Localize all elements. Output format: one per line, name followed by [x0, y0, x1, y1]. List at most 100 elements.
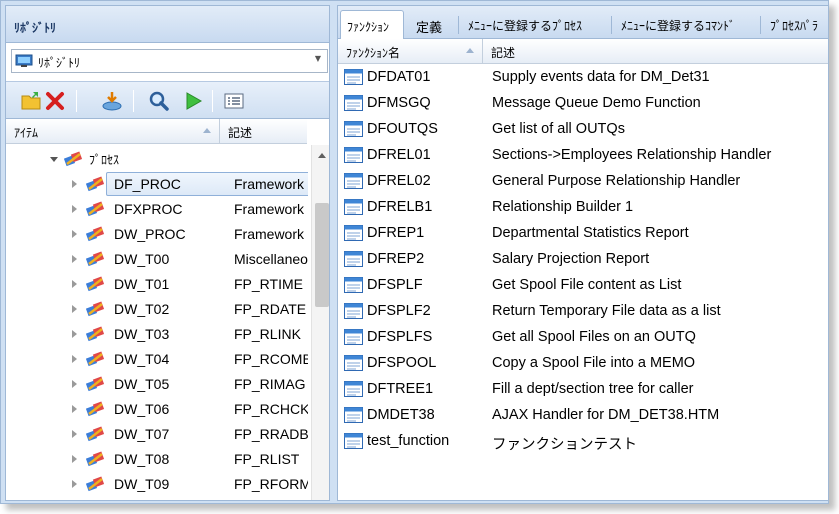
process-icon — [86, 376, 105, 392]
expand-icon[interactable] — [72, 380, 77, 388]
tree-item[interactable]: DW_T06 FP_RCHCK — [6, 397, 308, 422]
function-icon — [344, 355, 363, 371]
function-row[interactable]: DFTREE1 Fill a dept/section tree for call… — [338, 377, 828, 403]
process-icon — [86, 226, 105, 242]
function-row[interactable]: DFREL01 Sections->Employees Relationship … — [338, 143, 828, 169]
tab-separator — [611, 16, 612, 34]
function-name: test_function — [367, 433, 450, 449]
expand-icon[interactable] — [72, 255, 77, 263]
column-header-item[interactable]: ｱｲﾃﾑ — [6, 119, 220, 144]
tree-item-description: FP_RDATE — [234, 301, 307, 317]
list-view-icon[interactable] — [223, 90, 245, 112]
tab-process-parameters[interactable]: ﾌﾟﾛｾｽﾊﾟﾗ — [764, 10, 828, 39]
process-icon — [86, 326, 105, 342]
tree-item[interactable]: DW_PROC Framework — [6, 222, 308, 247]
function-name: DMDET38 — [367, 407, 435, 423]
scroll-thumb[interactable] — [315, 203, 329, 307]
scroll-up-icon[interactable] — [318, 153, 326, 158]
tree-item[interactable]: DFXPROC Framework — [6, 197, 308, 222]
function-description: Get Spool File content as List — [492, 277, 682, 293]
search-icon[interactable] — [148, 90, 170, 112]
function-description: Salary Projection Report — [492, 251, 650, 267]
repository-combo-value: ﾘﾎﾟｼﾞﾄﾘ — [38, 56, 81, 70]
repository-combo[interactable]: ﾘﾎﾟｼﾞﾄﾘ ▼ — [11, 49, 328, 73]
tab-menu-commands[interactable]: ﾒﾆｭｰに登録するｺﾏﾝﾄﾞ — [615, 10, 758, 39]
function-description: General Purpose Relationship Handler — [492, 173, 741, 189]
expand-icon[interactable] — [72, 455, 77, 463]
tree-item[interactable]: DW_T07 FP_RRADB — [6, 422, 308, 447]
function-panel: ﾌｧﾝｸｼｮﾝ 定義 ﾒﾆｭｰに登録するﾌﾟﾛｾｽ ﾒﾆｭｰに登録するｺﾏﾝﾄﾞ… — [337, 5, 828, 501]
function-name: DFREP2 — [367, 251, 425, 267]
repository-panel-title: ﾘﾎﾟｼﾞﾄﾘ — [6, 6, 329, 43]
run-icon[interactable] — [182, 90, 204, 112]
column-header-function-description[interactable]: 記述 — [483, 39, 828, 64]
expand-icon[interactable] — [72, 355, 77, 363]
vertical-scrollbar[interactable] — [311, 145, 329, 500]
collapse-icon[interactable] — [50, 157, 58, 162]
tree-root-process[interactable]: ﾌﾟﾛｾｽ — [6, 147, 308, 172]
process-icon — [86, 251, 105, 267]
function-row[interactable]: DFREP1 Departmental Statistics Report — [338, 221, 828, 247]
tree-item[interactable]: DW_T00 Miscellaneo — [6, 247, 308, 272]
tab-definition[interactable]: 定義 — [410, 10, 456, 39]
function-name: DFOUTQS — [367, 121, 438, 137]
function-name: DFRELB1 — [367, 199, 433, 215]
tree-item-name: DW_T03 — [114, 326, 170, 342]
expand-icon[interactable] — [72, 430, 77, 438]
function-row[interactable]: DFRELB1 Relationship Builder 1 — [338, 195, 828, 221]
tree-item[interactable]: DW_T04 FP_RCOMB — [6, 347, 308, 372]
open-folder-icon[interactable] — [20, 90, 42, 112]
function-row[interactable]: DFDAT01 Supply events data for DM_Det31 — [338, 65, 828, 91]
column-header-function-description-label: 記述 — [491, 46, 516, 60]
function-icon — [344, 225, 363, 241]
function-row[interactable]: DFSPLFS Get all Spool Files on an OUTQ — [338, 325, 828, 351]
function-name: DFSPLFS — [367, 329, 433, 345]
process-icon — [86, 276, 105, 292]
column-header-description[interactable]: 記述 — [220, 119, 307, 144]
function-description: Relationship Builder 1 — [492, 199, 634, 215]
process-icon — [86, 476, 105, 492]
function-description: AJAX Handler for DM_DET38.HTM — [492, 407, 720, 423]
tree-item[interactable]: DW_T08 FP_RLIST — [6, 447, 308, 472]
expand-icon[interactable] — [72, 330, 77, 338]
expand-icon[interactable] — [72, 180, 77, 188]
function-row[interactable]: test_function ファンクションテスト — [338, 429, 828, 455]
function-description: Supply events data for DM_Det31 — [492, 69, 710, 85]
tree-item-name: DW_T00 — [114, 251, 170, 267]
expand-icon[interactable] — [72, 280, 77, 288]
tab-functions[interactable]: ﾌｧﾝｸｼｮﾝ — [340, 10, 404, 40]
tab-menu-processes[interactable]: ﾒﾆｭｰに登録するﾌﾟﾛｾｽ — [462, 10, 610, 39]
expand-icon[interactable] — [72, 230, 77, 238]
tree-item[interactable]: DF_PROC Framework — [6, 172, 308, 197]
expand-icon[interactable] — [72, 480, 77, 488]
expand-icon[interactable] — [72, 305, 77, 313]
delete-icon[interactable] — [44, 90, 66, 112]
function-row[interactable]: DFSPLF Get Spool File content as List — [338, 273, 828, 299]
tree-item[interactable]: DW_T01 FP_RTIME — [6, 272, 308, 297]
function-row[interactable]: DMDET38 AJAX Handler for DM_DET38.HTM — [338, 403, 828, 429]
column-header-function-name[interactable]: ﾌｧﾝｸｼｮﾝ名 — [338, 39, 483, 64]
process-icon — [86, 176, 105, 192]
function-row[interactable]: DFREP2 Salary Projection Report — [338, 247, 828, 273]
tree-item[interactable]: DW_T02 FP_RDATE — [6, 297, 308, 322]
tree-item[interactable]: DW_T05 FP_RIMAG — [6, 372, 308, 397]
function-row[interactable]: DFOUTQS Get list of all OUTQs — [338, 117, 828, 143]
function-description: Copy a Spool File into a MEMO — [492, 355, 696, 371]
function-row[interactable]: DFMSGQ Message Queue Demo Function — [338, 91, 828, 117]
expand-icon[interactable] — [72, 205, 77, 213]
tree-item[interactable]: DW_T03 FP_RLINK — [6, 322, 308, 347]
function-row[interactable]: DFSPLF2 Return Temporary File data as a l… — [338, 299, 828, 325]
tree-item-name: DW_T01 — [114, 276, 170, 292]
expand-icon[interactable] — [72, 405, 77, 413]
tree-item[interactable]: DW_T09 FP_RFORM — [6, 472, 308, 497]
process-icon — [86, 451, 105, 467]
import-icon[interactable] — [101, 90, 123, 112]
function-icon — [344, 147, 363, 163]
function-icon — [344, 199, 363, 215]
tab-separator — [458, 16, 459, 34]
function-row[interactable]: DFREL02 General Purpose Relationship Hand… — [338, 169, 828, 195]
function-description: Get all Spool Files on an OUTQ — [492, 329, 696, 345]
function-row[interactable]: DFSPOOL Copy a Spool File into a MEMO — [338, 351, 828, 377]
sort-ascending-icon — [466, 48, 474, 53]
function-name: DFREP1 — [367, 225, 425, 241]
